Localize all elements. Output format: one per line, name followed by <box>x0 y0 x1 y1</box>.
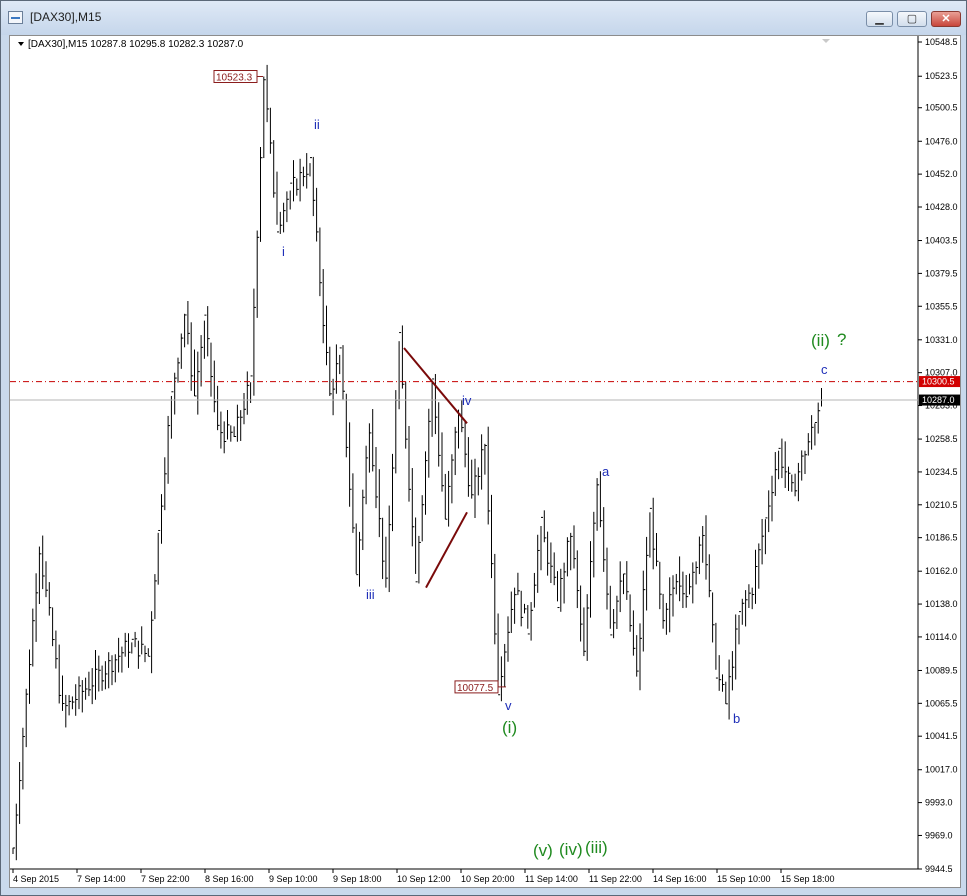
price-tick-label: 10331.0 <box>925 335 958 345</box>
time-tick-label: 15 Sep 18:00 <box>781 874 835 884</box>
price-tick-label: 10355.5 <box>925 301 958 311</box>
price-tick-label: 10138.0 <box>925 599 958 609</box>
price-axis: 10548.5 10523.5 10500.5 10476.0 10452.0 10428… <box>918 37 958 874</box>
wave-label-i[interactable]: i <box>282 244 285 259</box>
close-button[interactable]: ✕ <box>931 11 961 27</box>
price-tick-label: 10403.5 <box>925 236 958 246</box>
time-axis: 4 Sep 2015 7 Sep 14:00 7 Sep 22:00 8 Sep 16… <box>12 869 835 884</box>
wave-label-minor-i[interactable]: (i) <box>502 718 517 737</box>
time-tick-label: 10 Sep 12:00 <box>397 874 451 884</box>
price-tick-label: 10114.0 <box>925 632 957 642</box>
wave-label-b[interactable]: b <box>733 711 740 726</box>
price-tick-label: 10523.5 <box>925 71 958 81</box>
wave-question-mark[interactable]: ? <box>837 330 846 349</box>
alert-price-text: 10300.5 <box>922 377 955 387</box>
alert-price-tag: 10300.5 <box>919 376 960 388</box>
high-price-text: 10523.3 <box>216 73 253 84</box>
chart-window-icon <box>8 11 23 24</box>
chart-shift-marker-icon[interactable] <box>822 39 830 43</box>
maximize-button[interactable]: ▢ <box>897 11 927 27</box>
price-tick-label: 10548.5 <box>925 37 958 47</box>
wave-label-minor-v[interactable]: (v) <box>533 841 553 860</box>
window-title: [DAX30],M15 <box>30 10 102 24</box>
minimize-button[interactable]: ▁ <box>866 11 893 27</box>
time-tick-label: 11 Sep 22:00 <box>589 874 642 884</box>
price-tick-label: 10379.5 <box>925 268 958 278</box>
wave-label-minor-ii[interactable]: (ii) <box>811 331 830 350</box>
price-tick-label: 10428.0 <box>925 202 958 212</box>
price-tick-label: 10476.0 <box>925 136 958 146</box>
wave-label-c[interactable]: c <box>821 362 828 377</box>
price-tick-label: 10186.5 <box>925 533 958 543</box>
time-tick-label: 9 Sep 18:00 <box>333 874 382 884</box>
title-bar[interactable]: [DAX30],M15 ▁ ▢ ✕ <box>1 1 966 35</box>
chart-window: [DAX30],M15 ▁ ▢ ✕ 10548.5 10523.5 10500.5 1… <box>0 0 967 896</box>
current-price-tag: 10287.0 <box>919 394 960 406</box>
wave-label-minor-iv[interactable]: (iv) <box>559 840 583 859</box>
price-tick-label: 10500.5 <box>925 103 958 113</box>
price-tick-label: 10017.0 <box>925 765 958 775</box>
time-tick-label: 8 Sep 16:00 <box>205 874 254 884</box>
wave-label-minor-iii[interactable]: (iii) <box>585 838 608 857</box>
triangle-lower-line[interactable] <box>425 511 468 589</box>
time-tick-label: 4 Sep 2015 <box>13 874 59 884</box>
wave-label-iv[interactable]: iv <box>462 393 472 408</box>
price-tick-label: 9944.5 <box>925 864 953 874</box>
wave-label-v[interactable]: v <box>505 698 512 713</box>
price-tick-label: 10089.5 <box>925 665 958 675</box>
chart-plot[interactable]: 10548.5 10523.5 10500.5 10476.0 10452.0 10428… <box>10 36 960 887</box>
wave-label-ii[interactable]: ii <box>314 117 320 132</box>
price-tick-label: 10258.5 <box>925 434 958 444</box>
wave-label-iii[interactable]: iii <box>366 587 375 602</box>
time-tick-label: 15 Sep 10:00 <box>717 874 771 884</box>
price-bars <box>12 64 824 861</box>
chart-menu-arrow-icon[interactable] <box>18 42 24 46</box>
low-price-label[interactable]: 10077.5 <box>454 680 506 694</box>
price-chart[interactable]: 10548.5 10523.5 10500.5 10476.0 10452.0 10428… <box>9 35 961 888</box>
low-price-text: 10077.5 <box>457 683 494 694</box>
price-tick-label: 10234.5 <box>925 467 958 477</box>
price-tick-label: 9969.0 <box>925 830 953 840</box>
price-tick-label: 10452.0 <box>925 169 958 179</box>
price-tick-label: 10210.5 <box>925 500 958 510</box>
high-price-label[interactable]: 10523.3 <box>213 70 263 84</box>
wave-label-a[interactable]: a <box>602 464 610 479</box>
price-tick-label: 9993.0 <box>925 798 953 808</box>
price-tick-label: 10065.5 <box>925 698 958 708</box>
time-tick-label: 9 Sep 10:00 <box>269 874 318 884</box>
time-tick-label: 11 Sep 14:00 <box>525 874 578 884</box>
time-tick-label: 7 Sep 14:00 <box>77 874 126 884</box>
chart-info-line: [DAX30],M15 10287.8 10295.8 10282.3 1028… <box>28 39 244 50</box>
time-tick-label: 10 Sep 20:00 <box>461 874 515 884</box>
price-tick-label: 10162.0 <box>925 566 958 576</box>
price-tick-label: 10041.5 <box>925 731 958 741</box>
time-tick-label: 7 Sep 22:00 <box>141 874 190 884</box>
time-tick-label: 14 Sep 16:00 <box>653 874 707 884</box>
current-price-text: 10287.0 <box>922 395 955 405</box>
